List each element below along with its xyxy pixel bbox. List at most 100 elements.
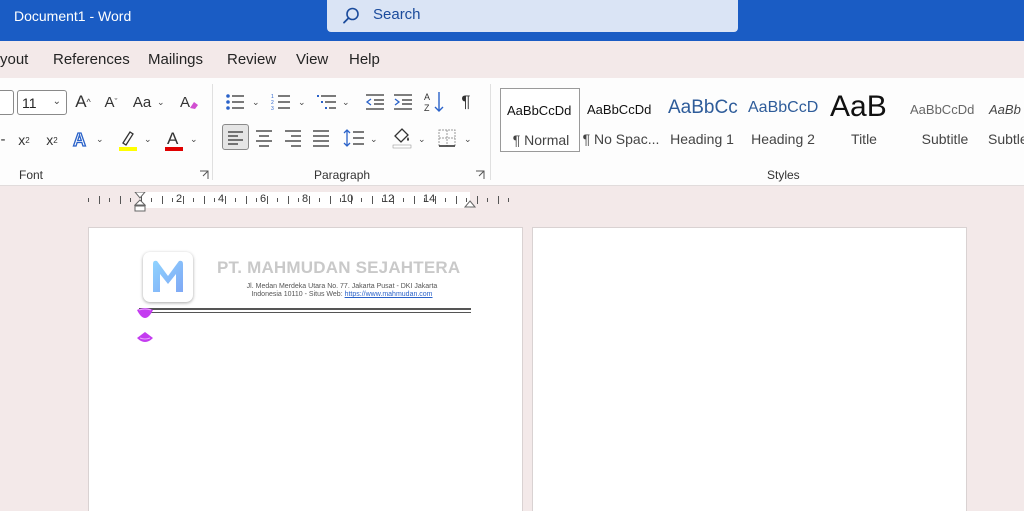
font-group-label: Font — [19, 168, 44, 182]
style-preview: AaBbCcDd — [910, 102, 975, 117]
document-page-1[interactable]: PT. MAHMUDAN SEJAHTERA Jl. Medan Merdeka… — [88, 227, 523, 511]
tab-view[interactable]: View — [296, 51, 328, 68]
ruler-number: 6 — [260, 193, 267, 205]
text-effects-button[interactable]: A — [70, 127, 92, 153]
menu-bar: yout References Mailings Review View Hel… — [0, 41, 1024, 78]
svg-text:A: A — [167, 129, 179, 148]
style-title[interactable]: AaB Title — [824, 88, 904, 152]
multilevel-list-icon — [317, 95, 336, 109]
ruler-tick — [214, 198, 215, 202]
dialog-launcher-icon[interactable] — [475, 170, 485, 180]
style-no-spacing[interactable]: AaBbCcDd ¶ No Spac... — [581, 88, 661, 152]
style-preview: AaB — [830, 90, 887, 123]
chevron-down-icon: ⌄ — [157, 97, 165, 107]
change-case-button[interactable]: Aa — [130, 91, 154, 113]
style-preview: AaBbCcDd — [587, 102, 652, 117]
shading-button[interactable] — [390, 125, 414, 151]
ruler-tick — [245, 196, 247, 204]
ruler-number: 8 — [302, 193, 309, 205]
tab-review[interactable]: Review — [227, 51, 276, 68]
underline-stub[interactable]: - — [0, 128, 6, 150]
paragraph-anchor-icon — [137, 308, 153, 318]
address-line-2: Indonesia 10110 - Situs Web: https://www… — [197, 291, 487, 298]
align-right-button[interactable] — [281, 126, 305, 150]
align-left-button[interactable] — [222, 124, 249, 150]
font-name-dropdown[interactable] — [0, 90, 14, 115]
ruler-tick — [403, 198, 404, 202]
line-spacing-icon — [343, 129, 364, 147]
ribbon: 11 ⌄ A ^ Aˇ Aa ⌄ A - x2 x2 A ⌄ ⌄ A ⌄ Font — [0, 78, 1024, 186]
superscript-button[interactable]: x2 — [42, 128, 62, 152]
ruler-area: 2 4 6 8 10 12 14 — [0, 187, 1024, 213]
ruler-tick — [497, 196, 499, 204]
ruler-number: 10 — [341, 193, 354, 205]
increase-indent-button[interactable] — [392, 90, 414, 114]
style-subtle[interactable]: AaBb Subtle — [986, 88, 1024, 152]
tab-help[interactable]: Help — [349, 51, 380, 68]
website-link[interactable]: https://www.mahmudan.com — [345, 291, 433, 298]
window-title: Document1 - Word — [14, 8, 132, 24]
indent-marker-icon[interactable] — [134, 192, 146, 212]
style-name: Heading 2 — [751, 131, 815, 147]
ruler-tick — [308, 196, 310, 204]
ruler-tick — [224, 196, 226, 204]
decrease-indent-icon — [365, 94, 384, 110]
ruler-tick — [329, 196, 331, 204]
ruler-tick — [193, 198, 194, 202]
clear-formatting-button[interactable]: A — [178, 90, 200, 114]
line-spacing-button[interactable] — [342, 126, 366, 150]
chevron-down-icon: ⌄ — [464, 134, 472, 144]
horizontal-ruler[interactable]: 2 4 6 8 10 12 14 — [88, 192, 518, 212]
sort-button[interactable]: A Z — [422, 88, 446, 116]
tab-mailings[interactable]: Mailings — [148, 51, 203, 68]
ruler-tick — [88, 198, 89, 202]
justify-button[interactable] — [309, 126, 333, 150]
styles-group-label: Styles — [767, 168, 800, 182]
justify-icon — [313, 130, 329, 147]
align-center-button[interactable] — [252, 126, 276, 150]
decrease-indent-button[interactable] — [364, 90, 386, 114]
grow-font-button[interactable]: A ^ — [72, 91, 94, 113]
style-preview: AaBbCcDd — [507, 103, 572, 118]
logo-m-icon — [153, 260, 183, 292]
font-size-dropdown[interactable]: 11 ⌄ — [17, 90, 67, 115]
ruler-tick — [119, 196, 121, 204]
style-name: ¶ Normal — [512, 132, 570, 148]
styles-gallery: AaBbCcDd ¶ Normal AaBbCcDd ¶ No Spac... … — [500, 88, 1024, 152]
style-name: Subtle — [988, 131, 1024, 147]
font-color-button[interactable]: A — [162, 126, 186, 154]
right-indent-marker-icon[interactable] — [464, 200, 476, 209]
document-page-2[interactable] — [532, 227, 967, 511]
show-formatting-button[interactable]: ¶ — [456, 90, 476, 114]
tab-layout[interactable]: yout — [0, 51, 28, 68]
subscript-button[interactable]: x2 — [14, 128, 34, 152]
increase-indent-icon — [394, 94, 412, 110]
bullets-icon — [226, 94, 244, 110]
dialog-launcher-icon[interactable] — [199, 170, 209, 180]
chevron-down-icon: ⌄ — [370, 134, 378, 144]
paragraph-group-label: Paragraph — [314, 168, 371, 182]
search-box[interactable]: Search — [327, 0, 738, 32]
ruler-tick — [151, 198, 152, 202]
ruler-tick — [371, 196, 373, 204]
chevron-down-icon: ⌄ — [52, 96, 61, 107]
font-size-value: 11 — [22, 95, 37, 111]
ruler-tick — [476, 196, 478, 204]
svg-text:A: A — [180, 94, 190, 111]
shrink-font-button[interactable]: Aˇ — [100, 91, 122, 113]
style-heading-2[interactable]: AaBbCcD Heading 2 — [743, 88, 823, 152]
borders-button[interactable] — [436, 126, 458, 150]
bullets-button[interactable] — [224, 90, 246, 114]
style-normal[interactable]: AaBbCcDd ¶ Normal — [500, 88, 580, 152]
ruler-tick — [109, 198, 110, 202]
style-name: Heading 1 — [670, 131, 734, 147]
highlight-button[interactable] — [116, 126, 140, 154]
company-name: PT. MAHMUDAN SEJAHTERA — [217, 258, 461, 277]
style-heading-1[interactable]: AaBbCc Heading 1 — [662, 88, 742, 152]
tab-references[interactable]: References — [53, 51, 130, 68]
style-subtitle[interactable]: AaBbCcDd Subtitle — [905, 88, 985, 152]
style-preview: AaBbCc — [668, 97, 738, 118]
numbering-button[interactable]: 1 2 3 — [270, 90, 292, 114]
address-line-1: Jl. Medan Merdeka Utara No. 77. Jakarta … — [246, 283, 438, 290]
multilevel-list-button[interactable] — [316, 90, 338, 114]
